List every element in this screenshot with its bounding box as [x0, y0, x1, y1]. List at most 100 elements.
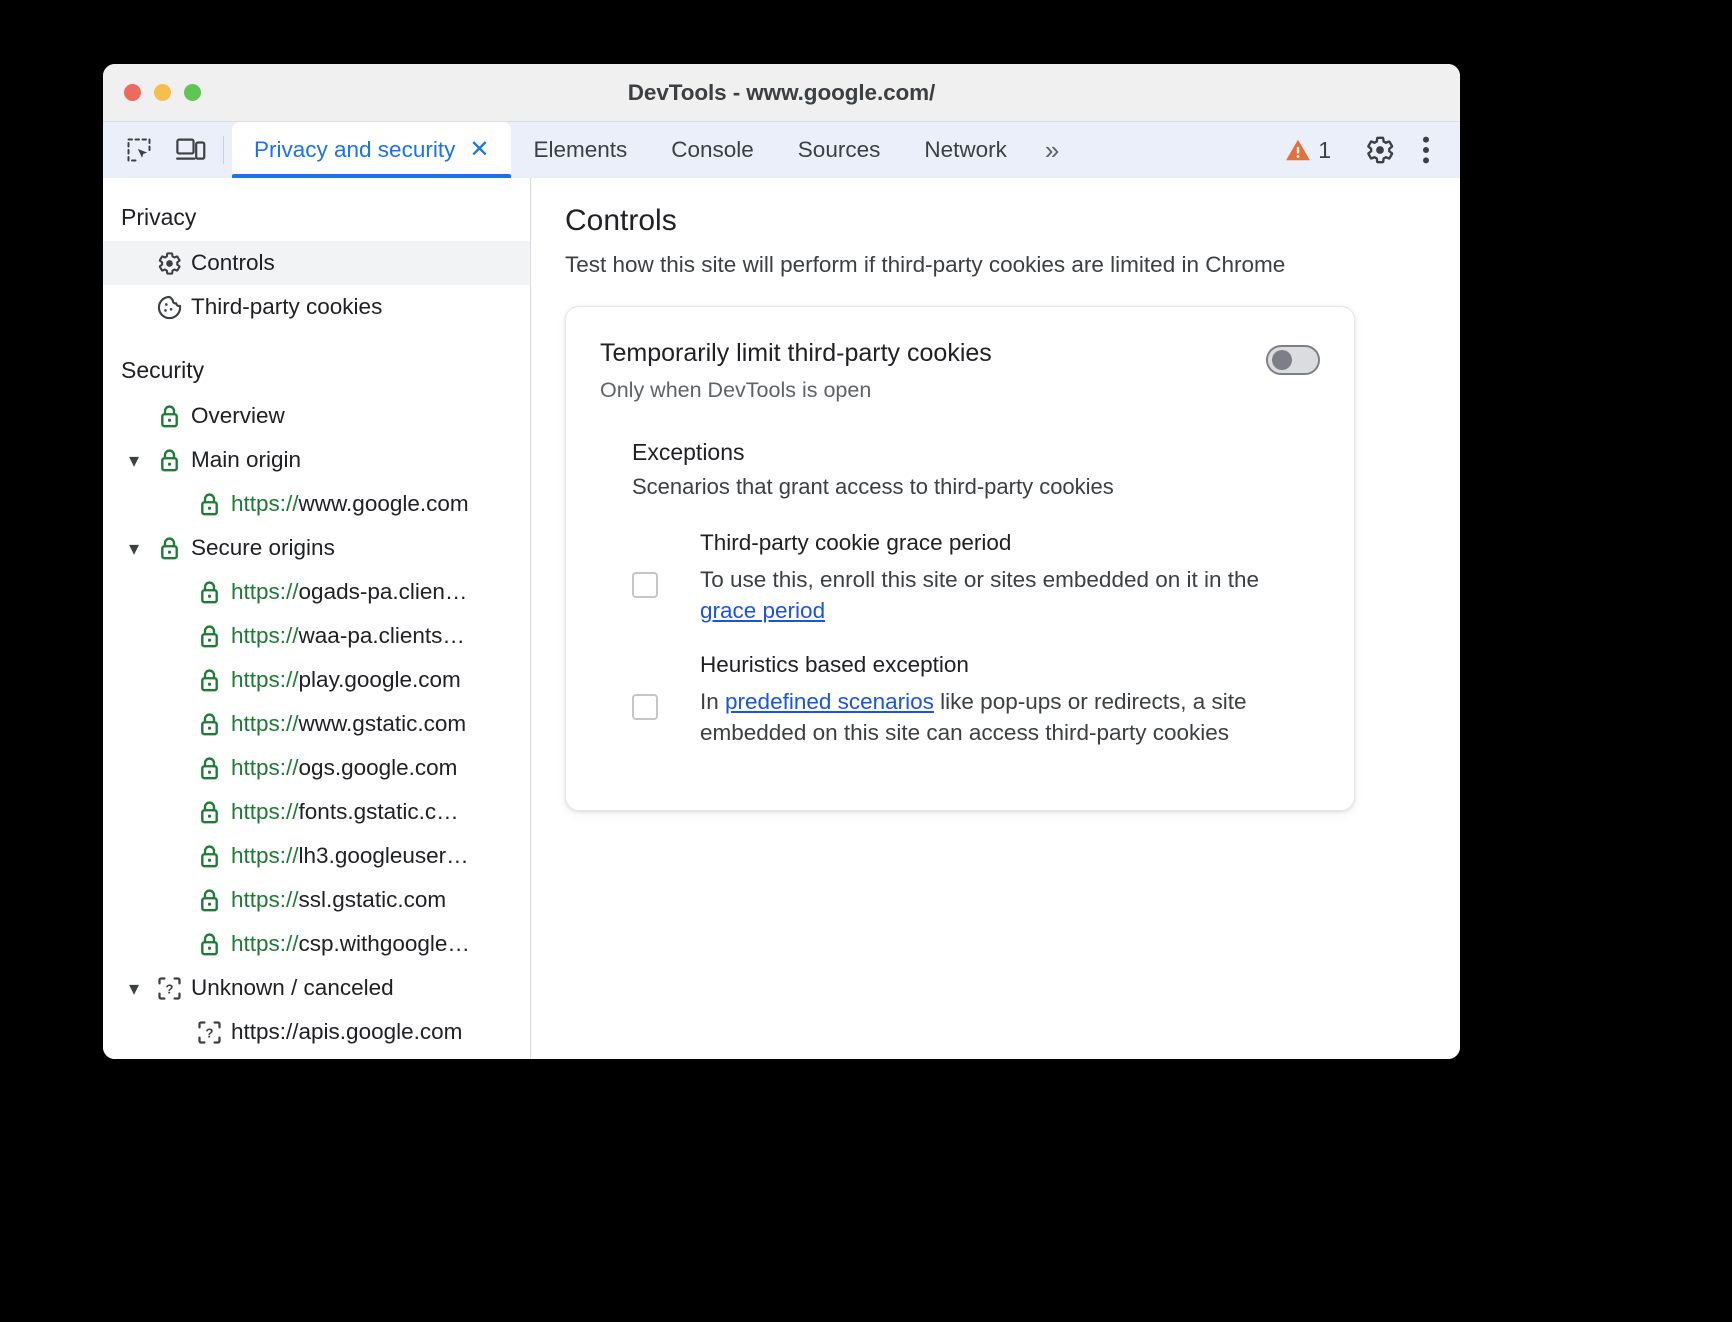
chevron-down-icon[interactable]: ▾ — [121, 536, 147, 561]
warning-triangle-icon — [1286, 139, 1311, 161]
origin-url: https://ogs.google.com — [231, 755, 457, 781]
devtools-window: DevTools - www.google.com/ Privacy and s… — [103, 64, 1460, 1059]
origin-host: ogads-pa.clien… — [298, 579, 468, 604]
sidebar-origin-item[interactable]: ▾ https://play.google.com — [103, 658, 530, 702]
lock-icon — [187, 667, 231, 694]
sidebar-section-privacy: Privacy — [121, 204, 197, 230]
sidebar-origin-item[interactable]: ▾ https://waa-pa.clients… — [103, 614, 530, 658]
toolbar-divider — [223, 136, 224, 164]
devtools-tabbar: Privacy and security ✕ Elements Console … — [103, 122, 1460, 178]
origin-host: lh3.googleuser… — [298, 843, 469, 868]
main-content-panel: Controls Test how this site will perform… — [531, 178, 1460, 1059]
inspect-element-icon[interactable] — [113, 122, 165, 178]
lock-icon — [147, 447, 191, 474]
sidebar-origin-item[interactable]: ▾ https://ssl.gstatic.com — [103, 878, 530, 922]
sidebar-section-security: Security — [121, 357, 205, 383]
kebab-menu-icon[interactable] — [1406, 135, 1446, 165]
sidebar-item-controls[interactable]: ▾ Controls — [103, 241, 530, 285]
sidebar-origin-item[interactable]: ▾ https://lh3.googleuser… — [103, 834, 530, 878]
sidebar-item-secure-origins[interactable]: ▾ Secure origins — [103, 526, 530, 570]
card-subtitle: Only when DevTools is open — [600, 378, 872, 402]
lock-icon — [160, 448, 178, 471]
gear-icon[interactable] — [1354, 135, 1406, 165]
exception-body: Heuristics based exception In predefined … — [700, 652, 1320, 748]
sidebar-origin-item[interactable]: ▾ https://ogs.google.com — [103, 746, 530, 790]
sidebar-origin-item[interactable]: ▾ https://www.google.com — [103, 482, 530, 526]
exception-description: To use this, enroll this site or sites e… — [700, 567, 1260, 624]
tab-network[interactable]: Network — [902, 122, 1029, 178]
exception-body: Third-party cookie grace period To use th… — [700, 530, 1320, 626]
sidebar-group-privacy: ▾ Controls▾ Third-party cookies — [103, 241, 530, 329]
exception-name: Heuristics based exception — [700, 652, 969, 678]
origin-url: https://lh3.googleuser… — [231, 843, 469, 869]
origin-scheme: https:// — [231, 799, 299, 824]
origin-url: https://ogads-pa.clien… — [231, 579, 467, 605]
tab-privacy-and-security[interactable]: Privacy and security ✕ — [232, 122, 512, 178]
cookie-icon — [147, 294, 191, 321]
close-icon[interactable]: ✕ — [469, 138, 489, 162]
sidebar-origin-item[interactable]: ▾ https://fonts.gstatic.c… — [103, 790, 530, 834]
origin-scheme: https:// — [231, 623, 299, 648]
lock-icon — [187, 843, 231, 870]
lock-icon — [160, 404, 178, 427]
gear-icon — [158, 251, 181, 275]
more-tabs-icon[interactable]: » — [1029, 122, 1071, 178]
origin-url: https://www.gstatic.com — [231, 711, 466, 737]
origin-scheme: https:// — [231, 579, 299, 604]
lock-icon — [200, 800, 218, 823]
lock-icon — [200, 844, 218, 867]
origin-scheme: https:// — [231, 667, 299, 692]
limit-third-party-cookies-card: Temporarily limit third-party cookies On… — [565, 306, 1355, 812]
chevron-down-icon[interactable]: ▾ — [121, 448, 147, 473]
warning-indicator[interactable]: 1 — [1275, 137, 1341, 164]
sidebar-item-overview[interactable]: ▾ Overview — [103, 394, 530, 438]
exception-checkbox-column — [632, 652, 700, 748]
origin-scheme: https:// — [231, 711, 299, 736]
lock-icon — [160, 536, 178, 559]
sidebar-group-security: ▾ Overview▾ Main origin▾ https://www.goo… — [103, 394, 530, 1054]
origin-url: https://fonts.gstatic.c… — [231, 799, 459, 825]
origin-url: https://csp.withgoogle… — [231, 931, 470, 957]
privacy-security-sidebar[interactable]: Privacy ▾ Controls▾ Third-party cookies … — [103, 178, 531, 1059]
sidebar-origin-item[interactable]: ▾ https://www.gstatic.com — [103, 702, 530, 746]
exception-checkbox[interactable] — [632, 572, 658, 598]
unknown-icon: ? — [157, 976, 181, 1000]
window-titlebar: DevTools - www.google.com/ — [103, 64, 1460, 122]
sidebar-item-unknown-canceled[interactable]: ▾ ? Unknown / canceled — [103, 966, 530, 1010]
exceptions-list: Third-party cookie grace period To use th… — [632, 530, 1320, 748]
origin-host: fonts.gstatic.c… — [298, 799, 459, 824]
sidebar-origin-item[interactable]: ▾ ?https://apis.google.com — [103, 1010, 530, 1054]
sidebar-item-label: Third-party cookies — [191, 294, 383, 319]
sidebar-item-third-party-cookies[interactable]: ▾ Third-party cookies — [103, 285, 530, 329]
gear-icon — [147, 251, 191, 276]
origin-url: https://waa-pa.clients… — [231, 623, 465, 649]
tab-console[interactable]: Console — [649, 122, 776, 178]
page-subtitle: Test how this site will perform if third… — [565, 252, 1286, 277]
sidebar-item-main-origin[interactable]: ▾ Main origin — [103, 438, 530, 482]
tab-sources[interactable]: Sources — [776, 122, 903, 178]
exception-description: In predefined scenarios like pop-ups or … — [700, 689, 1247, 746]
tabbar-right-tools: 1 — [1275, 122, 1460, 178]
lock-icon — [187, 579, 231, 606]
origin-host: csp.withgoogle… — [298, 931, 470, 956]
sidebar-origin-item[interactable]: ▾ https://csp.withgoogle… — [103, 922, 530, 966]
tab-label: Privacy and security — [254, 137, 456, 162]
tab-elements[interactable]: Elements — [511, 122, 649, 178]
toggle-knob — [1272, 350, 1292, 370]
warning-count: 1 — [1318, 136, 1331, 163]
origin-host: www.google.com — [298, 491, 469, 516]
limit-third-party-cookies-toggle[interactable] — [1266, 345, 1320, 375]
exception-link[interactable]: grace period — [700, 598, 825, 623]
exception-checkbox[interactable] — [632, 694, 658, 721]
lock-icon — [200, 580, 218, 603]
chevron-down-icon[interactable]: ▾ — [121, 976, 147, 1001]
origin-host: ssl.gstatic.com — [298, 887, 447, 912]
sidebar-item-label: Main origin — [191, 447, 302, 472]
origin-host: play.google.com — [298, 667, 461, 692]
lock-icon — [147, 403, 191, 430]
lock-icon — [147, 535, 191, 562]
device-toolbar-icon[interactable] — [165, 122, 217, 178]
unknown-icon: ? — [147, 976, 191, 1001]
exception-link[interactable]: predefined scenarios — [725, 689, 934, 714]
sidebar-origin-item[interactable]: ▾ https://ogads-pa.clien… — [103, 570, 530, 614]
